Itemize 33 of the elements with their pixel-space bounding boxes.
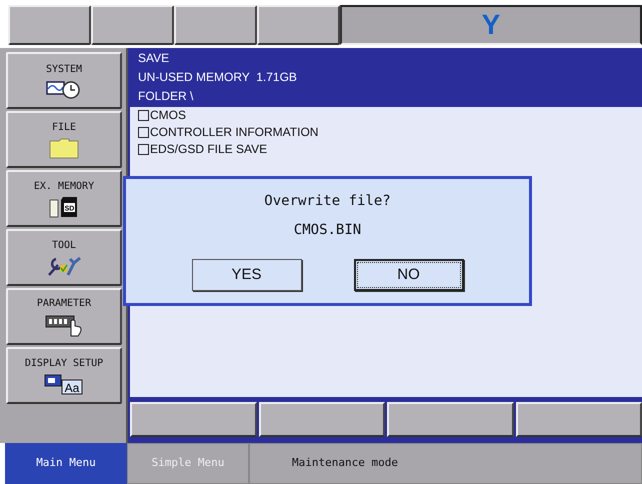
status-message: Maintenance mode [249, 443, 642, 484]
dialog-message: Overwrite file? [264, 192, 391, 211]
dialog-filename: CMOS.BIN [294, 221, 362, 240]
wrench-robot-icon [46, 255, 82, 277]
checkbox[interactable] [138, 127, 149, 138]
function-key[interactable] [516, 402, 642, 437]
list-item-label[interactable]: CONTROLLER INFORMATION [150, 124, 318, 141]
list-item-label[interactable]: CMOS [150, 107, 186, 124]
function-key[interactable] [387, 402, 514, 437]
switch-hand-icon [45, 313, 83, 337]
sidebar-menu-button[interactable]: DISPLAY SETUP Aa [6, 347, 122, 404]
wave-clock-icon [46, 79, 82, 99]
top-softkey[interactable] [257, 5, 340, 45]
folder-icon [49, 137, 79, 159]
header-line: FOLDER \ [138, 88, 194, 105]
brand-logo: Y [340, 5, 642, 45]
function-key[interactable] [258, 402, 385, 437]
header-line: SAVE [138, 50, 170, 67]
dialog-button[interactable]: YES [192, 259, 302, 291]
sidebar-menu-button[interactable]: PARAMETER [6, 288, 122, 345]
top-softkey[interactable] [174, 5, 257, 45]
sidebar-menu-button[interactable]: TOOL [6, 229, 122, 286]
sidebar-menu-button[interactable]: SYSTEM [6, 52, 122, 109]
top-softkey[interactable] [8, 5, 91, 45]
sidebar-menu-button[interactable]: FILE [6, 111, 122, 168]
dialog-button[interactable]: NO [354, 259, 464, 291]
menu-tab[interactable]: Main Menu [5, 443, 127, 484]
top-softkey[interactable] [91, 5, 174, 45]
function-key[interactable] [130, 402, 256, 437]
list-item-label[interactable]: EDS/GSD FILE SAVE [150, 141, 268, 158]
checkbox[interactable] [138, 144, 149, 155]
header-line: UN-USED MEMORY 1.71GB [138, 69, 298, 86]
checkbox[interactable] [138, 110, 149, 121]
